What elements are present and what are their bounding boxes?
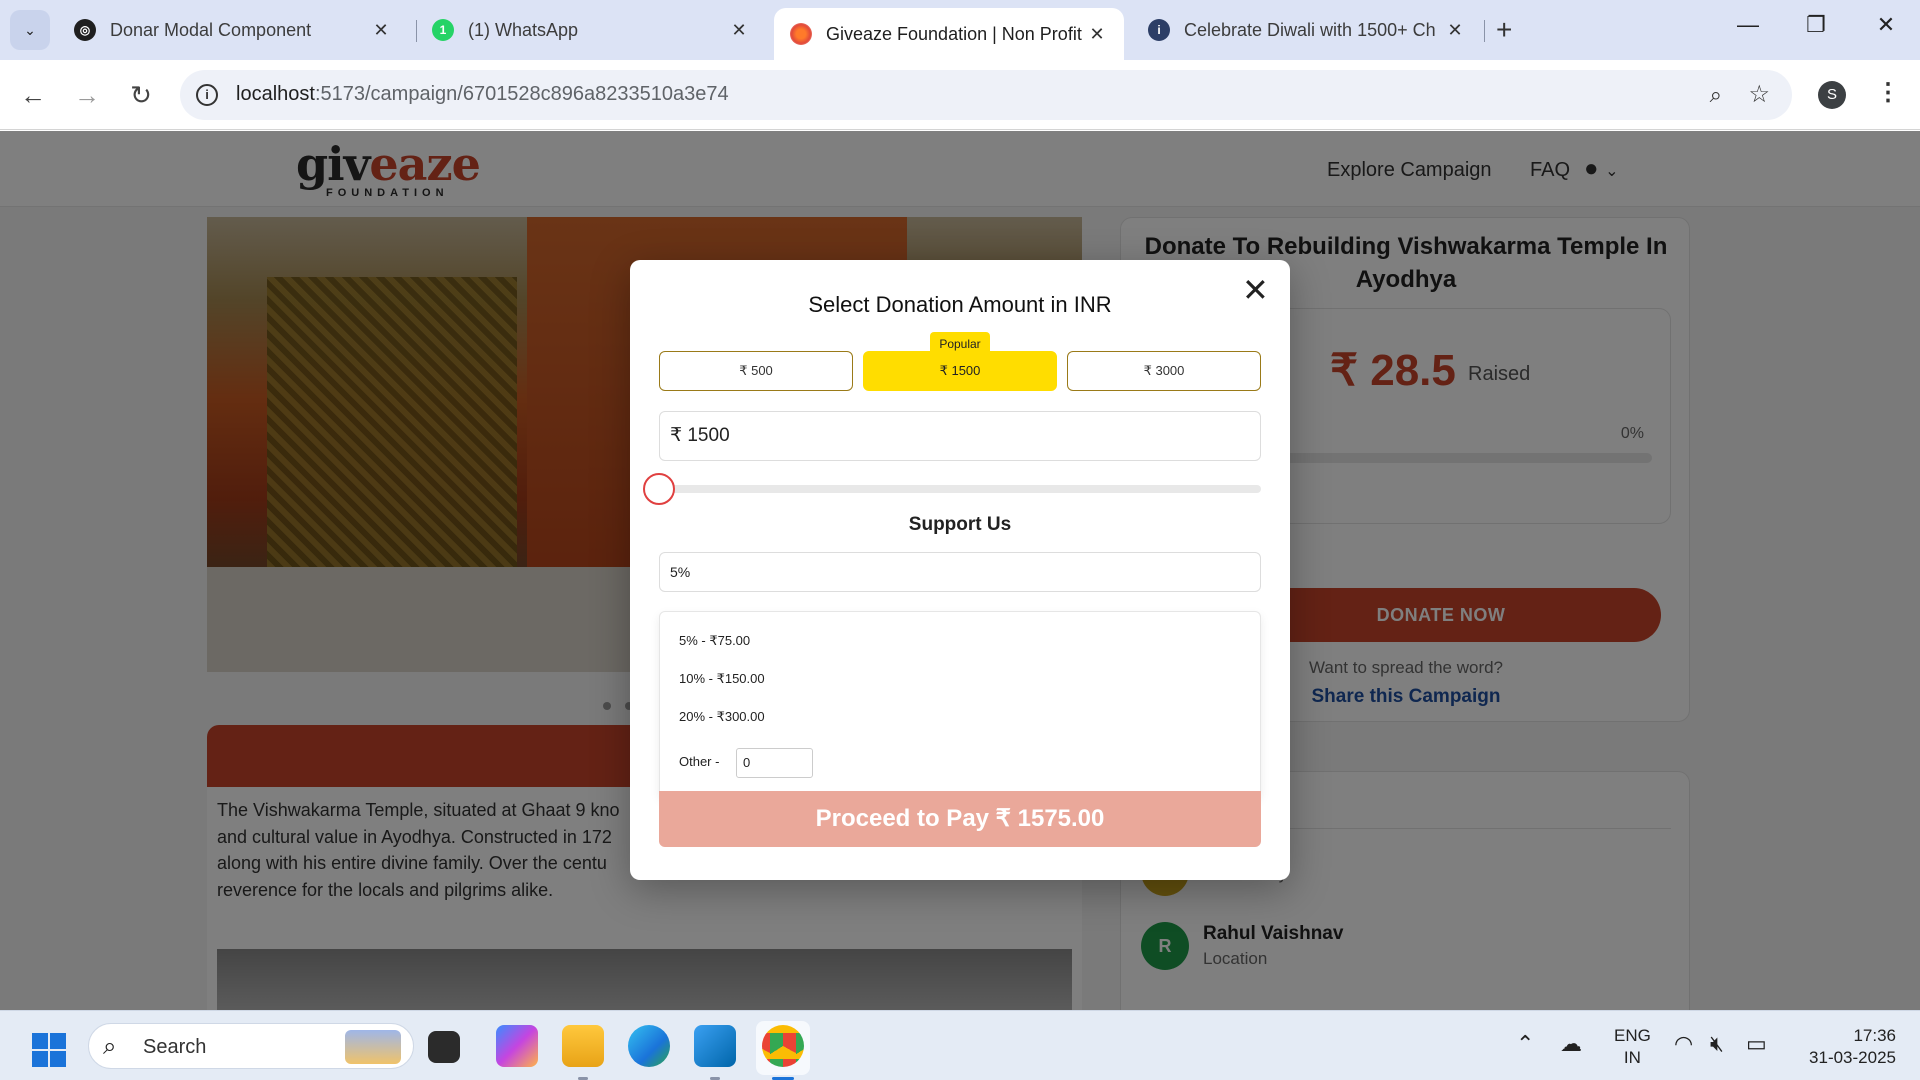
edge-icon[interactable] bbox=[628, 1025, 670, 1067]
url-text[interactable]: localhost:5173/campaign/6701528c896a8233… bbox=[236, 83, 729, 106]
browser-tab-bar: ⌄ ◎ Donar Modal Component ✕ 1 (1) WhatsA… bbox=[0, 0, 1920, 60]
whatsapp-icon: 1 bbox=[432, 19, 454, 41]
donation-modal: ✕ Select Donation Amount in INR Popular … bbox=[630, 260, 1290, 880]
tab-donar-modal[interactable]: ◎ Donar Modal Component ✕ bbox=[58, 8, 408, 52]
region-code: IN bbox=[1623, 1048, 1641, 1067]
browser-menu-icon[interactable]: ⋮ bbox=[1876, 78, 1900, 107]
zoom-icon[interactable]: ⌕ bbox=[1710, 82, 1722, 108]
chevron-down-icon: ⌄ bbox=[24, 21, 36, 38]
close-icon[interactable]: ✕ bbox=[1086, 24, 1108, 45]
tab-title: (1) WhatsApp bbox=[468, 19, 579, 40]
restore-icon[interactable]: ❐ bbox=[1796, 12, 1836, 38]
volume-muted-icon[interactable]: 🔇︎ bbox=[1710, 1031, 1724, 1057]
support-option-other-label[interactable]: Other - bbox=[679, 754, 719, 769]
site-info-icon[interactable]: i bbox=[196, 84, 218, 106]
amount-slider-track[interactable] bbox=[659, 485, 1261, 493]
url-path: :5173/campaign/6701528c896a8233510a3e74 bbox=[314, 83, 729, 105]
taskbar-search[interactable]: ⌕ Search bbox=[88, 1023, 414, 1069]
bookmark-star-icon[interactable]: ☆ bbox=[1748, 80, 1770, 109]
close-icon[interactable]: ✕ bbox=[728, 20, 750, 41]
tab-title: Celebrate Diwali with 1500+ Ch bbox=[1184, 19, 1436, 40]
other-amount-input[interactable]: 0 bbox=[736, 748, 813, 778]
tab-divider bbox=[1484, 20, 1485, 42]
tab-search-button[interactable]: ⌄ bbox=[10, 10, 50, 50]
wifi-icon[interactable]: ◠ bbox=[1674, 1031, 1693, 1057]
onedrive-icon[interactable]: ☁ bbox=[1560, 1031, 1582, 1057]
amount-option-3000[interactable]: ₹ 3000 bbox=[1067, 351, 1261, 391]
battery-icon[interactable]: ▭ bbox=[1746, 1031, 1767, 1057]
support-option-20[interactable]: 20% - ₹300.00 bbox=[679, 709, 765, 725]
copilot-icon[interactable] bbox=[496, 1025, 538, 1067]
url-bar[interactable]: i localhost:5173/campaign/6701528c896a82… bbox=[180, 70, 1792, 120]
tab-title: Giveaze Foundation | Non Profit bbox=[826, 23, 1082, 44]
close-icon[interactable]: ✕ bbox=[370, 20, 392, 41]
support-us-title: Support Us bbox=[908, 514, 1012, 535]
window-close-icon[interactable]: ✕ bbox=[1866, 12, 1906, 38]
modal-title: Select Donation Amount in INR bbox=[808, 292, 1112, 317]
show-hidden-icons[interactable]: ⌃ bbox=[1516, 1031, 1534, 1057]
clock-date: 31-03-2025 bbox=[1809, 1048, 1896, 1067]
vscode-icon[interactable] bbox=[694, 1025, 736, 1067]
tab-diwali[interactable]: i Celebrate Diwali with 1500+ Ch ✕ bbox=[1132, 8, 1482, 52]
site-icon: i bbox=[1148, 19, 1170, 41]
support-percent-select[interactable]: 5% bbox=[659, 552, 1261, 592]
tab-title: Donar Modal Component bbox=[110, 19, 312, 40]
support-option-10[interactable]: 10% - ₹150.00 bbox=[679, 671, 765, 687]
task-view-icon[interactable] bbox=[428, 1031, 460, 1063]
amount-input[interactable]: ₹ 1500 bbox=[659, 411, 1261, 461]
minimize-icon[interactable]: — bbox=[1728, 12, 1768, 38]
address-bar-row: ← → ↻ i localhost:5173/campaign/6701528c… bbox=[0, 60, 1920, 130]
reload-icon[interactable]: ↻ bbox=[126, 80, 156, 110]
proceed-to-pay-button[interactable]: Proceed to Pay ₹ 1575.00 bbox=[659, 791, 1261, 847]
search-icon: ⌕ bbox=[103, 1033, 117, 1060]
tab-giveaze[interactable]: Giveaze Foundation | Non Profit ✕ bbox=[774, 8, 1124, 60]
support-options-menu: 5% - ₹75.00 10% - ₹150.00 20% - ₹300.00 … bbox=[659, 611, 1261, 797]
system-clock[interactable]: 17:36 31-03-2025 bbox=[1796, 1025, 1896, 1069]
clock-time: 17:36 bbox=[1853, 1026, 1896, 1045]
tab-whatsapp[interactable]: 1 (1) WhatsApp ✕ bbox=[416, 8, 766, 52]
search-highlight-image bbox=[345, 1030, 401, 1064]
taskbar-search-label: Search bbox=[143, 1036, 207, 1058]
amount-slider-thumb[interactable] bbox=[643, 473, 675, 505]
url-host: localhost bbox=[236, 83, 315, 105]
close-icon[interactable]: ✕ bbox=[1444, 20, 1466, 41]
back-icon[interactable]: ← bbox=[18, 80, 48, 110]
amount-option-500[interactable]: ₹ 500 bbox=[659, 351, 853, 391]
file-explorer-icon[interactable] bbox=[562, 1025, 604, 1067]
giveaze-icon bbox=[790, 23, 812, 45]
windows-taskbar: ⌕ Search ⌃ ☁ ENG IN ◠ 🔇︎ ▭ 17:36 31-03-2… bbox=[0, 1010, 1920, 1080]
language-indicator[interactable]: ENG IN bbox=[1614, 1025, 1651, 1069]
amount-option-1500[interactable]: ₹ 1500 bbox=[863, 351, 1057, 391]
openai-icon: ◎ bbox=[74, 19, 96, 41]
language-code: ENG bbox=[1614, 1026, 1651, 1045]
forward-icon[interactable]: → bbox=[72, 80, 102, 110]
support-option-5[interactable]: 5% - ₹75.00 bbox=[679, 633, 750, 649]
chrome-icon[interactable] bbox=[762, 1025, 804, 1067]
profile-avatar[interactable]: S bbox=[1818, 81, 1846, 109]
windows-start-icon[interactable] bbox=[32, 1033, 66, 1067]
new-tab-button[interactable]: + bbox=[1496, 14, 1512, 46]
